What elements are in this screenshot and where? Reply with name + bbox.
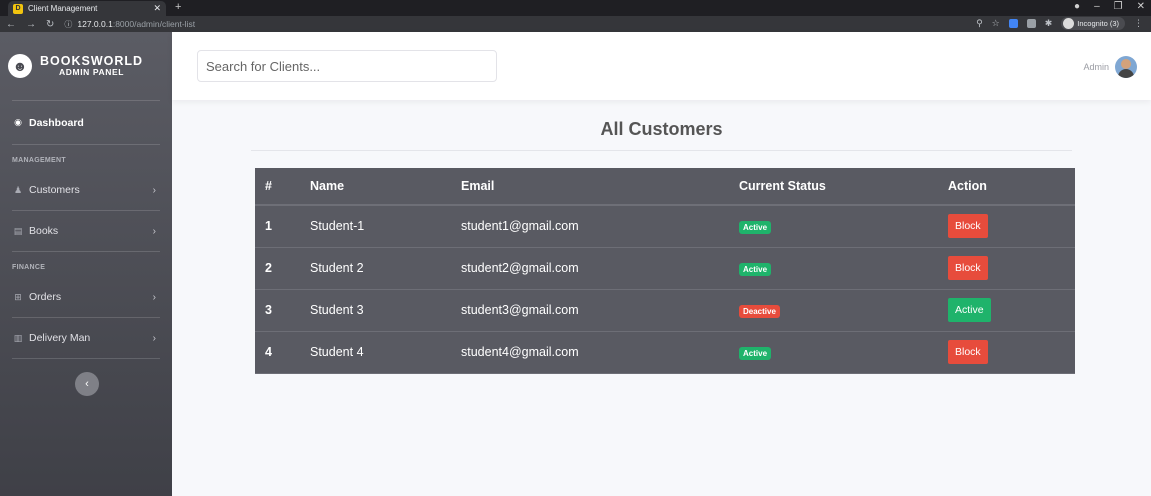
table-row: 1 Student-1 student1@gmail.com Active Bl… (255, 205, 1075, 248)
chart-icon: ▥ (13, 332, 23, 343)
url-path: :8000/admin/client-list (112, 19, 196, 29)
column-header-name: Name (310, 168, 461, 206)
chevron-right-icon: › (152, 291, 156, 303)
minimize-icon[interactable]: – (1094, 1, 1100, 12)
avatar (1115, 56, 1137, 78)
sidebar-item-label: Delivery Man (29, 332, 91, 344)
chevron-right-icon: › (152, 184, 156, 196)
browser-addressbar: ← → ↻ ⓘ 127.0.0.1:8000/admin/client-list… (0, 16, 1151, 32)
customer-email: student4@gmail.com (461, 331, 739, 374)
brand-subtitle: ADMIN PANEL (59, 67, 125, 78)
table-row: 2 Student 2 student2@gmail.com Active Bl… (255, 247, 1075, 290)
window-controls: ● – ❐ ✕ (1074, 1, 1145, 12)
row-number: 2 (255, 247, 310, 290)
status-badge: Active (739, 262, 772, 276)
browser-toolbar-right: ⚲ ☆ ✱ Incognito (3) ⋮ (976, 17, 1143, 30)
block-button[interactable]: Block (948, 256, 988, 280)
zoom-icon[interactable]: ⚲ (976, 18, 983, 29)
customer-name: Student 3 (310, 289, 461, 332)
browser-tab[interactable]: D Client Management ✕ (8, 1, 166, 16)
row-number: 4 (255, 331, 310, 374)
sidebar-item-customers[interactable]: ♟ Customers › (0, 170, 172, 210)
sidebar-item-label: Orders (29, 291, 62, 303)
browser-tabstrip: D Client Management ✕ + ● – ❐ ✕ (0, 0, 1151, 16)
table-row: 4 Student 4 student4@gmail.com Active Bl… (255, 331, 1075, 374)
url-field[interactable]: ⓘ 127.0.0.1:8000/admin/client-list (64, 19, 195, 30)
column-header-action: Action (948, 168, 1075, 206)
extension-icon[interactable] (1026, 19, 1036, 28)
sidebar-heading-finance: FINANCE (12, 264, 46, 271)
restore-icon[interactable]: ❐ (1114, 1, 1123, 12)
status-badge: Active (739, 346, 772, 360)
customer-email: student3@gmail.com (461, 289, 739, 332)
column-header-status: Current Status (739, 168, 948, 206)
divider (12, 358, 160, 359)
chevron-left-icon: ‹ (85, 378, 89, 390)
sidebar-item-orders[interactable]: ⊞ Orders › (0, 277, 172, 317)
sidebar-item-label: Books (29, 225, 59, 237)
close-tab-icon[interactable]: ✕ (153, 3, 161, 14)
sidebar-heading-management: MANAGEMENT (12, 157, 66, 164)
puzzle-icon[interactable]: ✱ (1045, 18, 1053, 29)
brand[interactable]: ☻ BOOKSWORLD ADMIN PANEL (0, 32, 172, 100)
chevron-right-icon: › (152, 332, 156, 344)
block-button[interactable]: Block (948, 340, 988, 364)
url-host: 127.0.0.1 (77, 19, 113, 29)
customer-email: student1@gmail.com (461, 205, 739, 248)
activate-button[interactable]: Active (948, 298, 991, 322)
title-divider (251, 150, 1072, 151)
search-input[interactable] (197, 50, 497, 82)
topbar: Admin (172, 32, 1151, 100)
customer-name: Student-1 (310, 205, 461, 248)
reload-icon[interactable]: ↻ (46, 19, 54, 30)
book-icon: ▤ (13, 225, 23, 236)
main-content: Admin All Customers # Name Email Current… (172, 32, 1151, 496)
chevron-right-icon: › (152, 225, 156, 237)
sidebar: ☻ BOOKSWORLD ADMIN PANEL ◉ Dashboard MAN… (0, 32, 172, 496)
sidebar-item-books[interactable]: ▤ Books › (0, 211, 172, 251)
block-button[interactable]: Block (948, 214, 988, 239)
table-row: 3 Student 3 student3@gmail.com Deactive … (255, 289, 1075, 332)
table-icon: ⊞ (14, 291, 22, 302)
sidebar-item-label: Customers (29, 184, 80, 196)
tab-title: Client Management (28, 4, 98, 13)
extension-icon[interactable] (1008, 19, 1018, 28)
record-icon[interactable]: ● (1074, 1, 1080, 12)
sidebar-item-dashboard[interactable]: ◉ Dashboard (0, 101, 172, 144)
customers-table-wrap: # Name Email Current Status Action 1 Stu… (255, 168, 1075, 374)
status-badge: Deactive (739, 304, 780, 318)
forward-icon[interactable]: → (26, 19, 36, 30)
row-number: 1 (255, 205, 310, 248)
sidebar-item-label: Dashboard (29, 116, 84, 129)
user-name: Admin (1083, 62, 1109, 72)
sidebar-item-delivery-man[interactable]: ▥ Delivery Man › (0, 318, 172, 358)
column-header-email: Email (461, 168, 739, 206)
user-icon: ♟ (13, 184, 23, 195)
incognito-label: Incognito (3) (1077, 19, 1119, 28)
site-info-icon[interactable]: ⓘ (64, 19, 72, 30)
page-title: All Customers (600, 119, 723, 139)
customer-name: Student 4 (310, 331, 461, 374)
column-header-number: # (255, 168, 310, 206)
customer-name: Student 2 (310, 247, 461, 290)
bookmark-star-icon[interactable]: ☆ (992, 18, 1000, 29)
table-header-row: # Name Email Current Status Action (255, 168, 1075, 206)
kebab-menu-icon[interactable]: ⋮ (1134, 18, 1143, 29)
incognito-icon (1063, 18, 1075, 29)
admin-app: ☻ BOOKSWORLD ADMIN PANEL ◉ Dashboard MAN… (0, 32, 1151, 496)
new-tab-icon[interactable]: + (175, 1, 181, 13)
incognito-button[interactable]: Incognito (3) (1061, 17, 1125, 30)
tachometer-icon: ◉ (14, 117, 22, 127)
customer-email: student2@gmail.com (461, 247, 739, 290)
smiley-logo-icon: ☻ (8, 54, 32, 78)
row-number: 3 (255, 289, 310, 332)
favicon-icon: D (13, 3, 23, 14)
back-icon[interactable]: ← (6, 19, 16, 30)
status-badge: Active (739, 220, 772, 234)
sidebar-collapse-button[interactable]: ‹ (75, 372, 99, 396)
brand-name: BOOKSWORLD (40, 53, 144, 68)
user-menu[interactable]: Admin (1083, 56, 1137, 78)
customers-table: # Name Email Current Status Action 1 Stu… (255, 168, 1075, 374)
close-window-icon[interactable]: ✕ (1137, 1, 1145, 12)
